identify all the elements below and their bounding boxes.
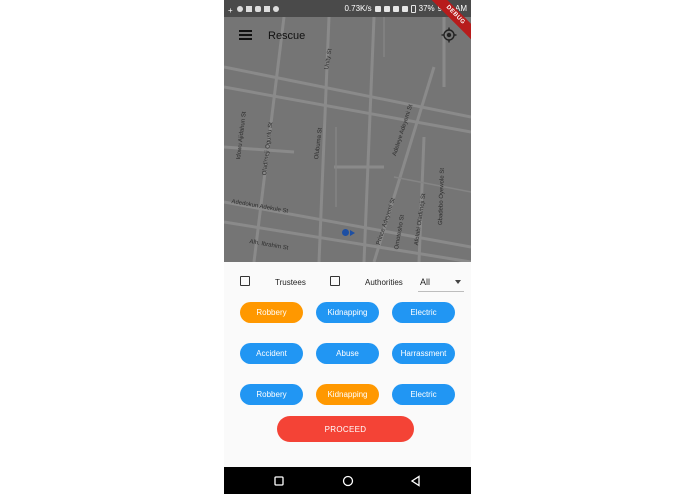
category-chip-abuse[interactable]: Abuse (316, 343, 379, 364)
clock-icon (273, 5, 279, 12)
map-roads (224, 17, 471, 262)
proceed-button[interactable]: PROCEED (277, 416, 414, 442)
notification-icons: + (228, 5, 279, 15)
category-chip-kidnapping[interactable]: Kidnapping (316, 302, 379, 323)
my-location-icon[interactable] (441, 27, 457, 43)
wifi-icon (392, 5, 399, 12)
category-chip-robbery[interactable]: Robbery (240, 302, 303, 323)
back-icon[interactable] (410, 475, 422, 487)
location-icon (374, 5, 381, 12)
category-chip-electric[interactable]: Electric (392, 384, 455, 405)
plus-icon: + (228, 5, 233, 15)
vibrate-icon (383, 5, 390, 12)
battery-level: 37% (418, 4, 435, 13)
category-chip-electric[interactable]: Electric (392, 302, 455, 323)
image-icon (264, 5, 270, 12)
authority-select[interactable]: All (418, 270, 464, 292)
recents-icon[interactable] (273, 475, 285, 487)
select-value: All (420, 277, 431, 287)
network-speed: 0.73K/s (344, 4, 372, 13)
system-nav-bar (224, 467, 471, 494)
menu-icon[interactable] (239, 30, 252, 40)
category-chip-robbery[interactable]: Robbery (240, 384, 303, 405)
app-title: Rescue (268, 30, 306, 42)
shield-icon (246, 5, 252, 12)
phone-screen: + 0.73K/s 37% 9:26 AM (224, 0, 471, 494)
dropdown-caret-icon (455, 280, 461, 284)
authorities-checkbox[interactable] (330, 276, 340, 286)
recipient-filter-row: Trustees Authorities All (224, 270, 471, 294)
category-chip-harrassment[interactable]: Harrassment (392, 343, 455, 364)
trustees-label: Trustees (275, 278, 306, 287)
current-location-marker (342, 229, 349, 236)
category-chip-accident[interactable]: Accident (240, 343, 303, 364)
twitter-icon (255, 5, 261, 12)
home-icon[interactable] (342, 475, 354, 487)
category-chip-kidnapping[interactable]: Kidnapping (316, 384, 379, 405)
app-icon (237, 5, 243, 12)
direction-arrow-icon (350, 230, 355, 236)
trustees-checkbox[interactable] (240, 276, 250, 286)
authorities-label: Authorities (365, 278, 403, 287)
map-view[interactable]: Unity St Adeleye Adeyemi St Idowu Ajidah… (224, 17, 471, 262)
signal-icon (401, 5, 408, 12)
battery-icon (410, 4, 416, 13)
